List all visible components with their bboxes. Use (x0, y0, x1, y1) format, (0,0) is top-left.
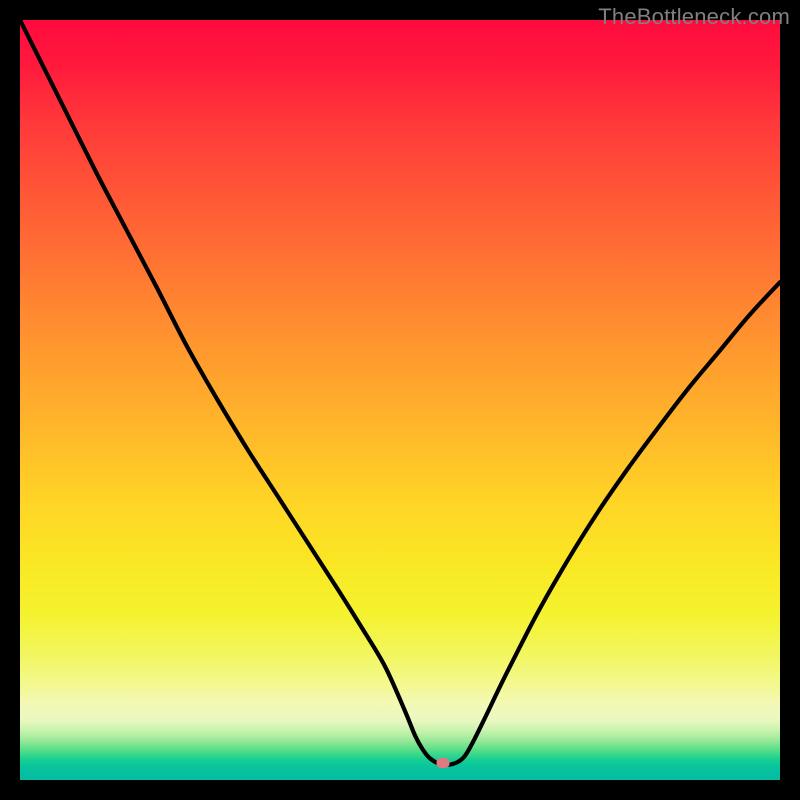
plot-area (20, 20, 780, 780)
bottleneck-curve (20, 20, 780, 780)
curve-path (20, 20, 780, 765)
watermark-text: TheBottleneck.com (598, 4, 790, 30)
minimum-marker (436, 758, 449, 768)
chart-frame: TheBottleneck.com (0, 0, 800, 800)
